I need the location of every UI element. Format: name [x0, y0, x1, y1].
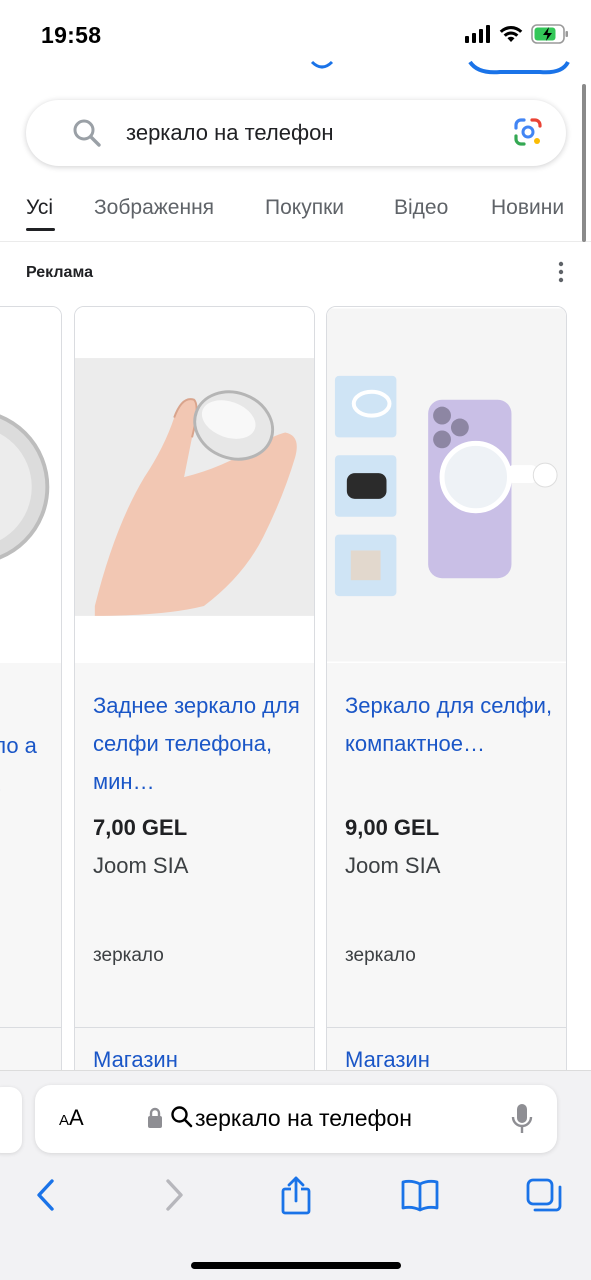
product-card[interactable]: Заднее зеркало для селфи телефона, мин… …: [74, 306, 315, 1126]
search-icon: [171, 1106, 193, 1128]
product-title[interactable]: ало а …: [0, 727, 41, 803]
tab-news[interactable]: Новини: [491, 196, 564, 220]
back-icon: [37, 1179, 54, 1211]
card-divider: [327, 1027, 566, 1028]
share-button[interactable]: [274, 1173, 318, 1217]
product-merchant: Joom SIA: [93, 853, 189, 878]
tabs-button[interactable]: [522, 1173, 566, 1217]
card-divider: [75, 1027, 314, 1028]
status-bar: 19:58: [0, 0, 591, 64]
product-image: [0, 307, 61, 663]
search-icon: [73, 119, 101, 147]
tab-videos[interactable]: Відео: [394, 196, 448, 220]
page-scrollbar[interactable]: [582, 84, 586, 242]
forward-button[interactable]: [152, 1173, 196, 1217]
tab-all[interactable]: Усі: [26, 196, 53, 220]
product-image[interactable]: [75, 307, 314, 663]
status-icons: [465, 24, 569, 44]
home-indicator: [191, 1262, 401, 1269]
product-image[interactable]: [327, 307, 566, 663]
bookmarks-icon: [401, 1179, 439, 1212]
back-button[interactable]: [24, 1173, 68, 1217]
reader-options-button[interactable]: AA: [59, 1105, 84, 1131]
product-merchant: Joom SIA: [345, 853, 441, 878]
active-tab-indicator: [26, 228, 55, 231]
product-price: 7,00 GEL: [93, 815, 188, 840]
address-text[interactable]: зеркало на телефон: [195, 1105, 412, 1132]
battery-charging-icon: [531, 24, 568, 44]
product-tag: зеркало: [93, 945, 164, 966]
wifi-icon: [499, 26, 523, 42]
status-time: 19:58: [41, 22, 102, 48]
product-price: 9,00 GEL: [345, 815, 440, 840]
tab-shopping[interactable]: Покупки: [265, 196, 344, 220]
google-lens-icon[interactable]: [512, 116, 544, 148]
search-tabs: Усі Зображення Покупки Відео Новини: [0, 190, 591, 242]
product-card[interactable]: Зеркало для селфи, компактное… 9,00 GEL …: [326, 306, 567, 1126]
microphone-icon[interactable]: [511, 1103, 533, 1135]
product-title[interactable]: Заднее зеркало для селфи телефона, мин…: [93, 687, 303, 801]
signal-icon: [465, 25, 490, 43]
search-input[interactable]: зеркало на телефон: [126, 120, 333, 146]
safari-bottom-bar: AA зеркало на телефон: [0, 1070, 591, 1280]
product-tag: зеркало: [345, 945, 416, 966]
product-card-partial[interactable]: ало а …: [0, 306, 62, 1126]
search-box[interactable]: зеркало на телефон: [26, 100, 566, 166]
lock-icon: [148, 1107, 162, 1128]
tab-images[interactable]: Зображення: [94, 196, 214, 220]
card-divider: [0, 1027, 61, 1028]
bookmarks-button[interactable]: [398, 1173, 442, 1217]
ads-label: Реклама: [26, 264, 93, 281]
address-bar[interactable]: AA зеркало на телефон: [35, 1085, 557, 1153]
tabs-icon: [526, 1178, 562, 1212]
forward-icon: [166, 1179, 183, 1211]
product-title[interactable]: Зеркало для селфи, компактное…: [345, 687, 555, 763]
more-options-icon[interactable]: [553, 260, 569, 284]
share-icon: [281, 1176, 311, 1215]
previous-tab-peek[interactable]: [0, 1087, 22, 1153]
scrolled-header-remnant: [310, 60, 570, 75]
